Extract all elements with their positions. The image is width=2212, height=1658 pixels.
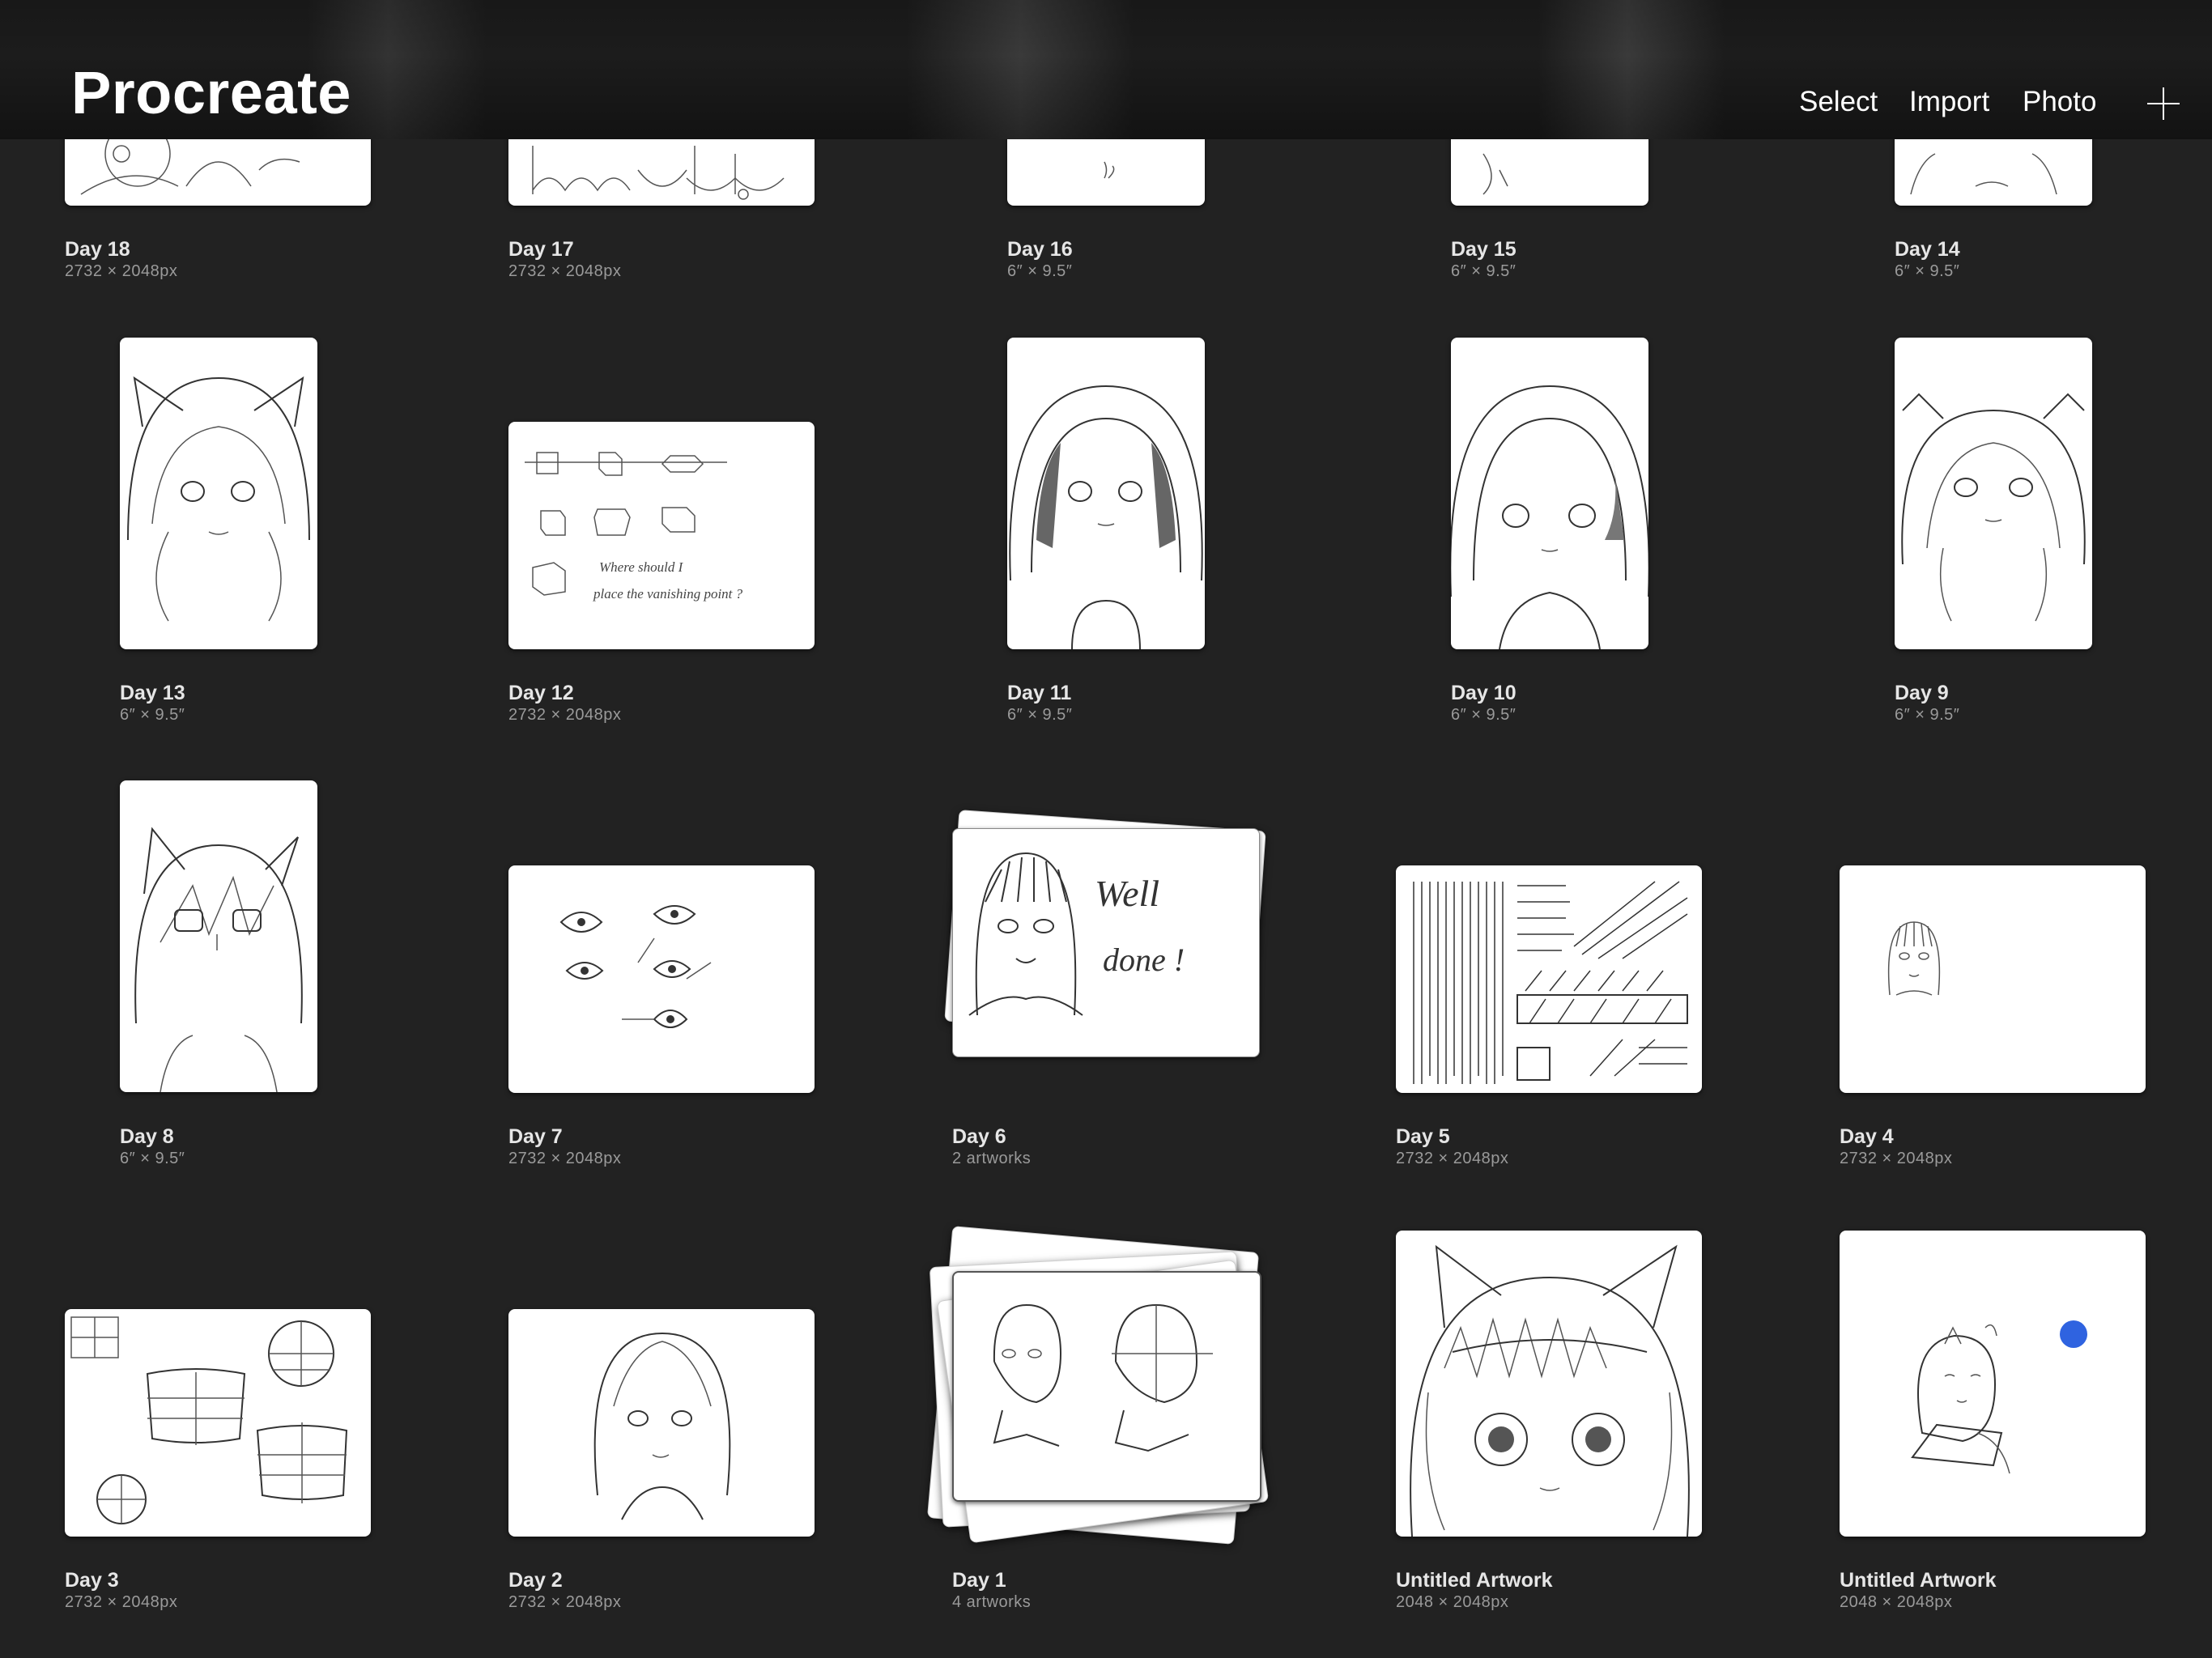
artwork-title: Day 12: [508, 682, 574, 704]
artwork-meta: 2732 × 2048px: [1840, 1150, 1953, 1167]
artwork-title: Day 7: [508, 1125, 563, 1148]
artwork-title: Day 14: [1895, 238, 1960, 261]
artwork-meta: 4 artworks: [952, 1593, 1032, 1611]
artwork-meta: 2732 × 2048px: [65, 1593, 178, 1611]
artwork-title: Day 3: [65, 1569, 119, 1592]
artwork-meta: 2048 × 2048px: [1840, 1593, 1953, 1611]
accent-dot: [2060, 1320, 2087, 1348]
artwork-title: Untitled Artwork: [1840, 1569, 1997, 1592]
artwork-title: Day 9: [1895, 682, 1949, 704]
app-title: Procreate: [71, 59, 351, 126]
artwork-meta: 2 artworks: [952, 1150, 1032, 1167]
artwork-day-5[interactable]: [1396, 865, 1702, 1093]
artwork-day-8[interactable]: [120, 780, 317, 1092]
artwork-day-3[interactable]: [65, 1309, 371, 1537]
artwork-day-6-stack[interactable]: Well done !: [952, 828, 1260, 1057]
plus-icon[interactable]: [2147, 87, 2180, 120]
import-button[interactable]: Import: [1909, 86, 1989, 118]
artwork-day-2[interactable]: [508, 1309, 815, 1537]
artwork-meta: 6″ × 9.5″: [1007, 262, 1073, 280]
artwork-title: Day 18: [65, 238, 130, 261]
artwork-day-10[interactable]: [1451, 338, 1648, 649]
artwork-meta: 2732 × 2048px: [1396, 1150, 1509, 1167]
artwork-meta: 6″ × 9.5″: [120, 1150, 185, 1167]
artwork-day-7[interactable]: [508, 865, 815, 1093]
artwork-untitled-2[interactable]: [1840, 1231, 2146, 1537]
artwork-meta: 2048 × 2048px: [1396, 1593, 1509, 1611]
artwork-title: Untitled Artwork: [1396, 1569, 1553, 1592]
artwork-title: Day 5: [1396, 1125, 1450, 1148]
artwork-meta: 6″ × 9.5″: [1895, 262, 1960, 280]
artwork-title: Day 16: [1007, 238, 1073, 261]
artwork-title: Day 17: [508, 238, 574, 261]
svg-text:done !: done !: [1103, 942, 1185, 978]
artwork-day-4[interactable]: [1840, 865, 2146, 1093]
select-button[interactable]: Select: [1799, 86, 1878, 118]
artwork-day-13[interactable]: [120, 338, 317, 649]
artwork-meta: 2732 × 2048px: [508, 262, 622, 280]
artwork-meta: 2732 × 2048px: [508, 1593, 622, 1611]
top-bar: Procreate Select Import Photo: [0, 0, 2212, 139]
artwork-meta: 2732 × 2048px: [508, 706, 622, 724]
artwork-untitled-1[interactable]: [1396, 1231, 1702, 1537]
artwork-title: Day 10: [1451, 682, 1516, 704]
artwork-title: Day 1: [952, 1569, 1006, 1592]
artwork-title: Day 8: [120, 1125, 174, 1148]
artwork-day-1-stack[interactable]: [952, 1271, 1261, 1502]
artwork-day-9[interactable]: [1895, 338, 2092, 649]
artwork-meta: 6″ × 9.5″: [1895, 706, 1960, 724]
artwork-title: Day 15: [1451, 238, 1516, 261]
artwork-meta: 6″ × 9.5″: [120, 706, 185, 724]
artwork-title: Day 11: [1007, 682, 1072, 704]
artwork-title: Day 6: [952, 1125, 1006, 1148]
svg-text:Well: Well: [1095, 873, 1159, 914]
artwork-meta: 6″ × 9.5″: [1451, 706, 1516, 724]
svg-text:Where should I: Where should I: [599, 559, 684, 575]
artwork-meta: 6″ × 9.5″: [1007, 706, 1073, 724]
artwork-day-11[interactable]: [1007, 338, 1205, 649]
artwork-meta: 6″ × 9.5″: [1451, 262, 1516, 280]
photo-button[interactable]: Photo: [2023, 86, 2096, 118]
artwork-meta: 2732 × 2048px: [508, 1150, 622, 1167]
artwork-title: Day 13: [120, 682, 185, 704]
svg-text:place the vanishing point ?: place the vanishing point ?: [593, 586, 743, 602]
artwork-title: Day 4: [1840, 1125, 1894, 1148]
artwork-title: Day 2: [508, 1569, 563, 1592]
artwork-meta: 2732 × 2048px: [65, 262, 178, 280]
artwork-day-12[interactable]: Where should I place the vanishing point…: [508, 422, 815, 649]
